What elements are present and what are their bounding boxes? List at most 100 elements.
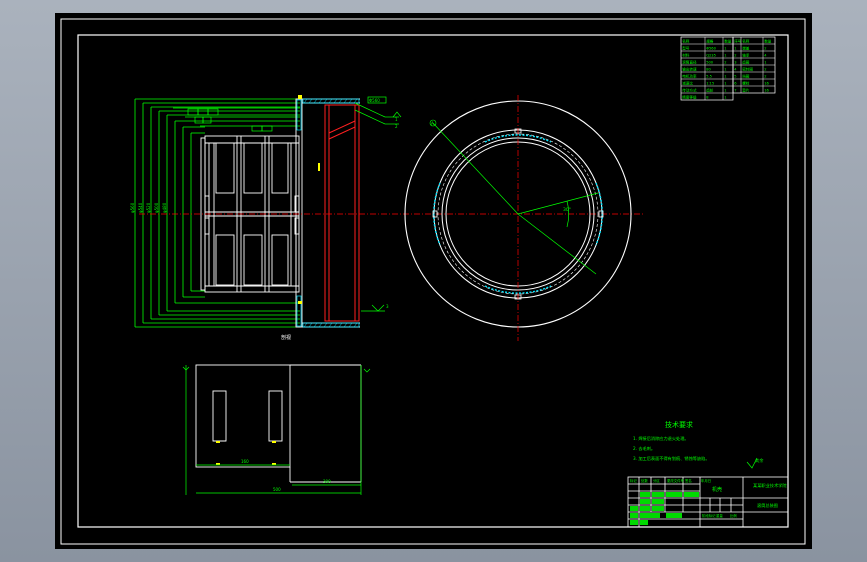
- spec-b-cell: 序号: [734, 39, 742, 44]
- spec-a-cell: 8: [706, 96, 709, 100]
- spec-b-cell: 数量: [764, 39, 772, 44]
- school-name: 某某职业技术学院: [753, 482, 787, 489]
- spec-a-cell: Q235: [706, 54, 716, 58]
- svg-text:1: 1: [395, 117, 398, 122]
- flange: [295, 98, 360, 328]
- svg-text:300: 300: [323, 479, 331, 484]
- spec-a-cell: 材料: [682, 53, 690, 58]
- spec-a-cell: 规格: [706, 39, 714, 44]
- svg-text:φ560: φ560: [130, 202, 135, 213]
- title-block-stage-label: 比例: [730, 513, 737, 518]
- spec-a-cell: 1: [724, 96, 726, 100]
- svg-text:φ500: φ500: [154, 202, 159, 213]
- tech-req-item-2: 2. 去毛刺。: [633, 445, 655, 452]
- flange-hatch: [296, 98, 360, 328]
- drawing-canvas: φ560 φ540 φ520 φ500 φ480 Φ560 1 2 3 剖视 3…: [55, 13, 812, 549]
- roughness-note: 其余: [755, 457, 764, 464]
- spec-a-cell: 输出转速: [682, 67, 697, 72]
- drawing-number: 滚筒总装图: [757, 502, 778, 509]
- spec-table-b: 序号 名称 数量 1 端盖 2 2 轴承 4 3 齿圈 1 4 密封圈 2 5 挡圈 2 6 螺栓 16 7 垫片 16: [732, 36, 776, 94]
- circular-view: 30° A: [404, 95, 632, 341]
- spec-a-cell: 减速比: [682, 81, 693, 86]
- spec-table-a: 名称 规格 数量型号 Φ560 1 材料 Q235 1 滚筒直径 500 2 输出转速 80 1 电机功率 5…: [680, 36, 734, 101]
- svg-text:2: 2: [395, 124, 398, 129]
- section-label: 剖视: [281, 334, 291, 341]
- svg-text:3: 3: [386, 304, 389, 309]
- svg-text:φ480: φ480: [162, 202, 167, 213]
- svg-text:φ520: φ520: [146, 202, 151, 213]
- bottom-view: 160 500 300: [182, 364, 371, 495]
- spec-a-cell: 齿轮: [706, 88, 714, 93]
- spec-b-cell: 7: [734, 89, 736, 93]
- spec-b-cell: 2: [764, 75, 766, 79]
- tech-req-title: 技术要求: [665, 420, 693, 429]
- spec-b-cell: 2: [764, 47, 766, 51]
- title-block-row-label: 更改文件号: [667, 478, 685, 483]
- spec-a-cell: 型号: [682, 46, 690, 51]
- spec-b-cell: 螺栓: [742, 81, 750, 86]
- spec-b-cell: 1: [734, 47, 736, 51]
- title-block-row-label: 标记: [630, 478, 637, 483]
- spec-a-cell: 数量: [724, 39, 732, 44]
- spec-b-cell: 4: [734, 68, 737, 72]
- title-block-stage-label: 重量: [716, 513, 723, 518]
- spec-b-cell: 5: [734, 75, 736, 79]
- part-name: 机壳: [712, 486, 722, 493]
- spec-a-cell: 1:15: [706, 82, 714, 86]
- spec-b-cell: 2: [764, 68, 766, 72]
- spec-a-cell: 1: [724, 68, 726, 72]
- title-block-row-label: 处数: [641, 478, 648, 483]
- spec-a-cell: 2: [724, 61, 726, 65]
- dim-texts-left: φ560 φ540 φ520 φ500 φ480: [130, 202, 167, 213]
- spec-a-cell: 500: [706, 61, 714, 65]
- spec-a-cell: 5.5: [706, 75, 712, 79]
- spec-a-cell: 1: [724, 82, 726, 86]
- angle-dim: 30°: [563, 207, 571, 213]
- cad-drawing: φ560 φ540 φ520 φ500 φ480 Φ560 1 2 3 剖视 3…: [60, 18, 806, 545]
- spec-a-cell: 名称: [682, 39, 690, 44]
- spec-b-cell: 16: [764, 82, 769, 86]
- spec-a-cell: 滚筒直径: [682, 60, 697, 65]
- spec-a-cell: 1: [724, 54, 726, 58]
- spec-a-cell: 电机功率: [682, 74, 697, 79]
- spec-b-cell: 端盖: [742, 46, 750, 51]
- label-boxes: [187, 108, 273, 132]
- spec-b-cell: 3: [734, 61, 736, 65]
- spec-b-cell: 挡圈: [742, 74, 750, 79]
- balloon-label: A: [431, 121, 434, 126]
- spec-a-cell: 传动方式: [682, 88, 697, 93]
- spec-a-cell: 精度等级: [682, 95, 697, 100]
- spec-b-cell: 4: [764, 54, 767, 58]
- spec-a-cell: Φ560: [706, 47, 716, 51]
- svg-text:160: 160: [241, 459, 249, 464]
- tech-req-item-3: 3. 加工后表面不得有划痕、锈蚀等缺陷。: [633, 455, 710, 462]
- spec-b-cell: 16: [764, 89, 769, 93]
- title-block: 标记 处数 分区 更改文件号 签名 年月日 机壳 某某职业技术学院 滚筒总装图 阶段标记重…: [627, 476, 789, 528]
- spec-b-cell: 6: [734, 82, 737, 86]
- leaders: [354, 96, 402, 312]
- tech-req-item-1: 1. 焊接后消除应力退火处理。: [633, 435, 689, 442]
- spec-b-cell: 密封圈: [742, 67, 753, 72]
- stepped-dimensions: [134, 98, 300, 328]
- spec-a-cell: 1: [724, 89, 726, 93]
- svg-text:500: 500: [273, 487, 281, 492]
- section-view: φ560 φ540 φ520 φ500 φ480 Φ560 1 2 3 剖视: [130, 95, 402, 341]
- spec-b-cell: 齿圈: [742, 60, 750, 65]
- spec-a-cell: 1: [724, 75, 726, 79]
- spec-a-cell: 80: [706, 68, 711, 72]
- inner-border: [77, 34, 789, 528]
- spec-b-cell: 1: [764, 61, 766, 65]
- title-block-row-label: 签名: [685, 478, 692, 483]
- spec-b-cell: 2: [734, 54, 736, 58]
- svg-text:Φ560: Φ560: [369, 98, 380, 103]
- shell-section: [324, 104, 360, 322]
- spec-a-cell: 1: [724, 47, 726, 51]
- title-block-stage-label: 阶段标记: [702, 513, 716, 518]
- spec-b-cell: 轴承: [742, 53, 750, 58]
- tech-requirements: 技术要求 1. 焊接后消除应力退火处理。 2. 去毛刺。 3. 加工后表面不得有…: [633, 420, 764, 469]
- title-block-row-label: 分区: [653, 478, 660, 483]
- svg-text:φ540: φ540: [138, 202, 143, 213]
- title-block-row-label: 年月日: [701, 478, 711, 483]
- leader-texts: Φ560 1 2 3: [369, 98, 398, 309]
- spec-b-cell: 垫片: [742, 88, 750, 93]
